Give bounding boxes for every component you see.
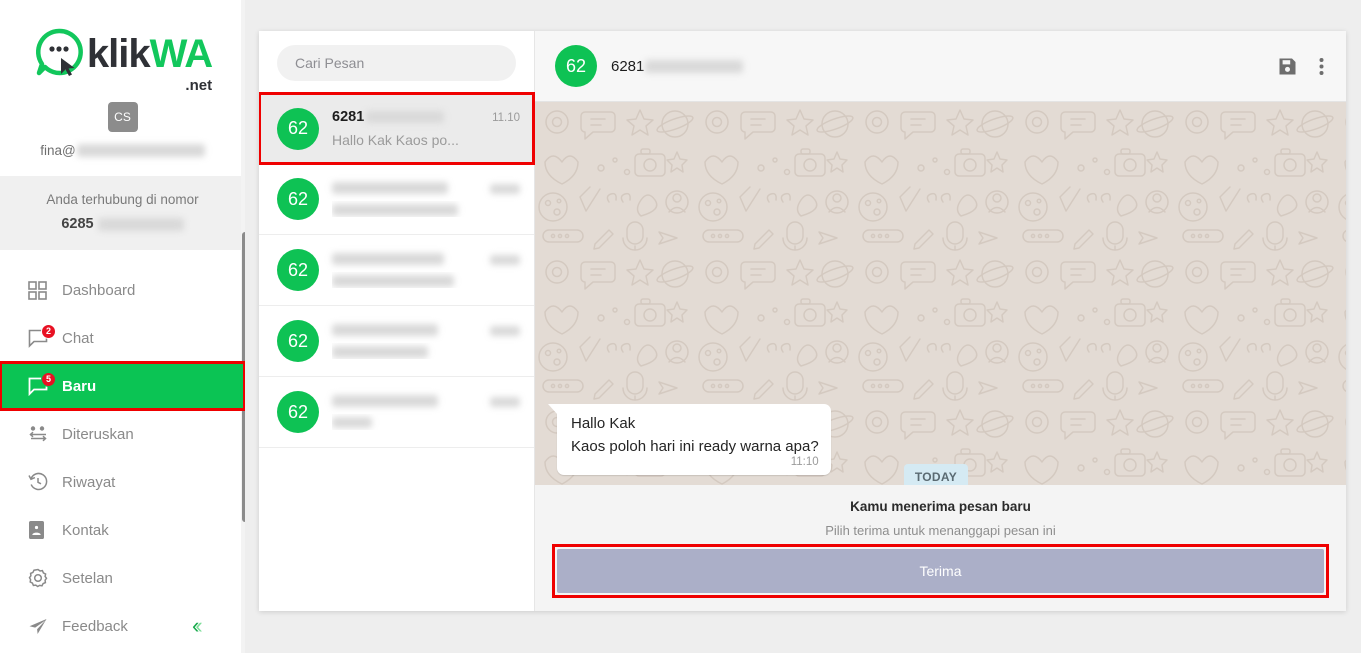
sidebar-item-label: Dashboard xyxy=(62,281,136,299)
main-card: 62 6281 11.10 Hallo Kak Kaos po... 62 xyxy=(259,31,1346,611)
sidebar-item-riwayat[interactable]: Riwayat xyxy=(0,458,245,506)
sidebar: klikWA .net CS fina@ Anda terhubung di n… xyxy=(0,0,245,653)
accept-button-highlight: Terima xyxy=(552,544,1329,598)
chat-bubble-cursor-logo-icon xyxy=(33,26,85,78)
connected-label: Anda terhubung di nomor xyxy=(46,192,199,207)
grid-icon xyxy=(28,281,62,300)
sidebar-item-baru[interactable]: 5 Baru xyxy=(0,361,245,412)
conversation-messages: TODAY Hallo Kak Kaos poloh hari ini read… xyxy=(535,102,1346,485)
sidebar-item-label: Riwayat xyxy=(62,473,116,491)
sidebar-item-label: Chat xyxy=(62,329,94,347)
chat-list-item[interactable]: 62 xyxy=(259,164,534,235)
users-transfer-icon xyxy=(28,425,62,444)
chat-list-item[interactable]: 62 xyxy=(259,235,534,306)
avatar[interactable]: CS xyxy=(0,102,245,132)
avatar: 62 xyxy=(277,107,319,150)
sidebar-badge: 2 xyxy=(41,323,56,339)
conversation-header: 62 6281 xyxy=(535,31,1346,102)
chat-name-redacted xyxy=(366,111,445,123)
chat-preview: Hallo Kak Kaos po... xyxy=(332,132,459,148)
sidebar-item-diteruskan[interactable]: Diteruskan xyxy=(0,410,245,458)
three-dots-vertical-icon[interactable] xyxy=(1319,57,1324,76)
sidebar-item-setelan[interactable]: Setelan xyxy=(0,554,245,602)
avatar: 62 xyxy=(277,249,319,291)
chat-name-redacted xyxy=(332,252,444,265)
chat-list-item-selected[interactable]: 62 6281 11.10 Hallo Kak Kaos po... xyxy=(259,92,535,165)
date-divider: TODAY xyxy=(903,464,968,485)
sidebar-badge: 5 xyxy=(41,371,56,387)
chat-time-redacted xyxy=(490,254,520,265)
avatar: 62 xyxy=(277,178,319,220)
sidebar-item-label: Baru xyxy=(62,377,97,395)
gear-icon xyxy=(28,568,62,588)
chat-time-redacted xyxy=(490,325,520,336)
floppy-disk-save-icon[interactable] xyxy=(1278,57,1297,76)
connected-number-prefix: 6285 xyxy=(61,215,94,232)
sidebar-item-label: Diteruskan xyxy=(62,425,134,443)
brand-logo: klikWA .net xyxy=(0,0,245,94)
account-email-prefix: fina@ xyxy=(40,143,76,158)
account-email: fina@ xyxy=(0,143,245,158)
connected-number: 6285 xyxy=(10,213,235,235)
chat-preview-redacted xyxy=(332,345,428,358)
double-chevron-left-icon[interactable]: ‹‹ xyxy=(192,615,203,637)
chat-list-item[interactable]: 62 xyxy=(259,377,534,448)
accept-message-panel: Kamu menerima pesan baru Pilih terima un… xyxy=(535,485,1346,611)
account-email-redacted xyxy=(76,144,205,157)
history-clock-icon xyxy=(28,472,62,492)
sidebar-item-label: Kontak xyxy=(62,521,109,539)
chat-name-text: 6281 xyxy=(332,109,365,125)
paper-plane-icon xyxy=(28,617,62,636)
avatar-initials: CS xyxy=(107,102,138,132)
avatar: 62 xyxy=(555,45,597,87)
sidebar-item-label: Setelan xyxy=(62,569,113,587)
conversation-title-redacted xyxy=(645,59,744,73)
brand-tld: .net xyxy=(185,77,213,94)
chat-time: 11.10 xyxy=(492,112,520,124)
sidebar-item-feedback[interactable]: Feedback xyxy=(0,602,245,650)
connected-number-redacted xyxy=(97,217,184,231)
app-root: klikWA .net CS fina@ Anda terhubung di n… xyxy=(0,0,1361,653)
chat-name-redacted xyxy=(332,323,438,336)
chat-preview-redacted xyxy=(332,274,454,287)
brand-name-green: WA xyxy=(149,32,213,76)
accept-panel-title: Kamu menerima pesan baru xyxy=(850,499,1031,514)
sidebar-nav: Dashboard 2 Chat 5 Baru Diteruskan Riway… xyxy=(0,266,245,650)
avatar: 62 xyxy=(277,320,319,362)
avatar: 62 xyxy=(277,391,319,433)
conversation-title-text: 6281 xyxy=(611,57,645,75)
terima-button[interactable]: Terima xyxy=(557,549,1324,593)
chat-preview-redacted xyxy=(332,417,372,429)
message-line-2: Kaos poloh hari ini ready warna apa? xyxy=(571,437,819,455)
chat-name: 6281 xyxy=(332,109,445,125)
chat-time-redacted xyxy=(490,183,520,194)
connected-number-panel: Anda terhubung di nomor 6285 xyxy=(0,176,245,251)
contact-card-icon xyxy=(28,520,62,540)
sidebar-item-kontak[interactable]: Kontak xyxy=(0,506,245,554)
chat-preview-redacted xyxy=(332,203,458,216)
chat-list-panel: 62 6281 11.10 Hallo Kak Kaos po... 62 xyxy=(259,31,535,611)
sidebar-item-label: Feedback xyxy=(62,617,128,635)
chat-name-redacted xyxy=(332,394,438,407)
sidebar-item-dashboard[interactable]: Dashboard xyxy=(0,266,245,314)
message-bubble-incoming: Hallo Kak Kaos poloh hari ini ready warn… xyxy=(548,404,831,475)
message-line-1: Hallo Kak xyxy=(571,415,636,432)
brand-wordmark: klikWA xyxy=(86,32,213,76)
brand-name-dark: klik xyxy=(86,32,151,76)
chat-time-redacted xyxy=(490,396,520,407)
search-container xyxy=(259,31,534,93)
chat-bubble-icon: 2 xyxy=(28,323,62,348)
chat-name-redacted xyxy=(332,181,448,194)
chat-list-item[interactable]: 62 xyxy=(259,306,534,377)
sidebar-item-chat[interactable]: 2 Chat xyxy=(0,314,245,362)
search-input[interactable] xyxy=(277,45,516,81)
accept-panel-subtitle: Pilih terima untuk menanggapi pesan ini xyxy=(825,523,1056,538)
conversation-panel: 62 6281 TODAY Hallo Kak Kaos poloh hari … xyxy=(535,31,1346,611)
chat-bubble-icon: 5 xyxy=(28,371,62,396)
conversation-title: 6281 xyxy=(611,58,1264,75)
